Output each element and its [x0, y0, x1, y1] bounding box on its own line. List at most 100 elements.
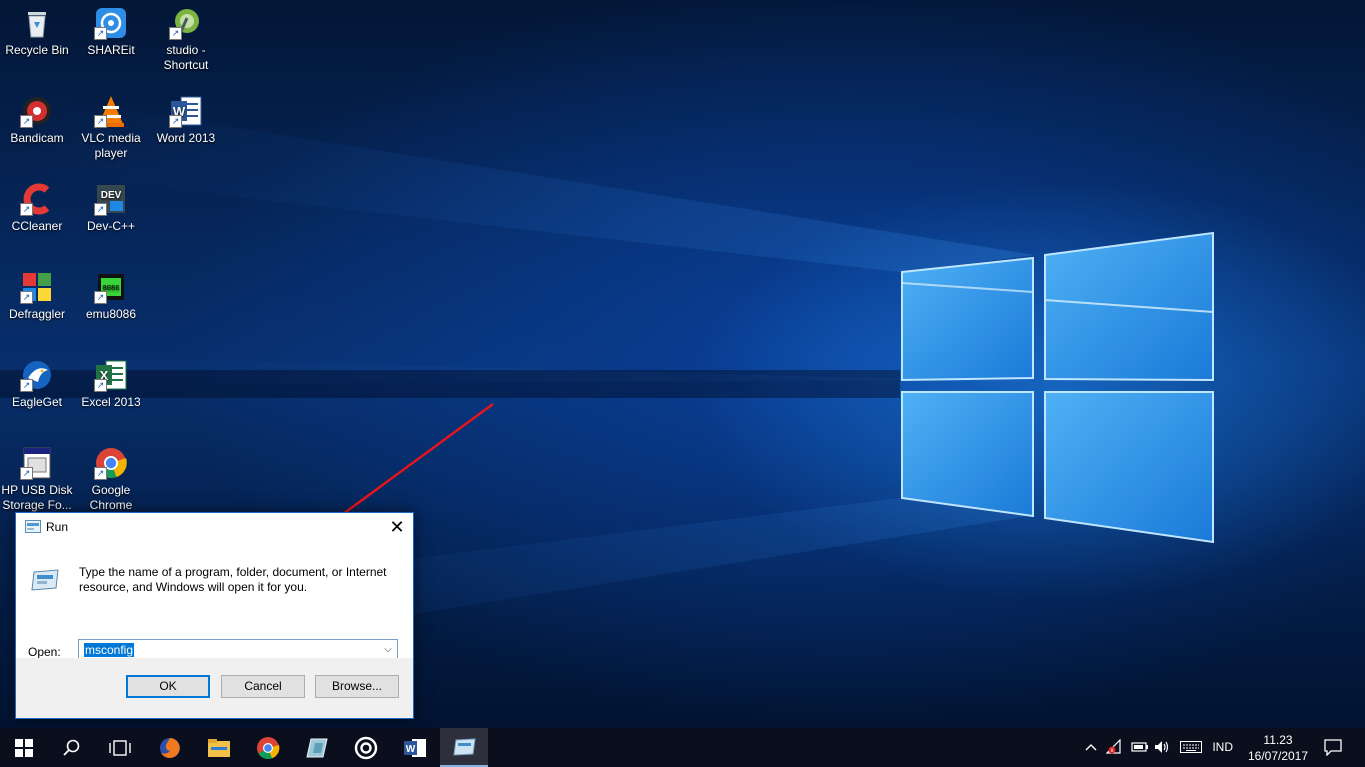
- shortcut-arrow-icon: ↗: [20, 203, 33, 216]
- android-studio-icon: ↗: [169, 6, 203, 40]
- desktop-icon-label: HP USB Disk Storage Fo...: [1, 483, 73, 512]
- taskbar-chrome[interactable]: [244, 728, 292, 767]
- run-program-icon: [31, 569, 59, 591]
- taskbar-firefox[interactable]: [146, 728, 194, 767]
- network-disconnected-icon[interactable]: x: [1106, 739, 1122, 755]
- open-input-value[interactable]: msconfig: [84, 643, 135, 657]
- desktop-icon-emu8086[interactable]: 8086 ↗ emu8086: [74, 264, 148, 322]
- excel-icon: X ↗: [94, 358, 128, 392]
- run-button-bar: OK Cancel Browse...: [16, 658, 413, 718]
- emu8086-icon: 8086 ↗: [94, 270, 128, 304]
- desktop-icon-eagleget[interactable]: ↗ EagleGet: [0, 352, 74, 410]
- desktop-icon-label: CCleaner: [11, 219, 63, 233]
- task-view-icon: [109, 739, 131, 756]
- desktop-icon-label: Bandicam: [10, 131, 64, 145]
- firefox-icon: [160, 737, 180, 758]
- clock-time: 11.23: [1263, 733, 1293, 747]
- defraggler-icon: ↗: [20, 270, 54, 304]
- shortcut-arrow-icon: ↗: [94, 27, 107, 40]
- open-label: Open:: [28, 645, 61, 659]
- search-icon: [63, 739, 80, 756]
- desktop-icon-ccleaner[interactable]: ↗ CCleaner: [0, 176, 74, 234]
- ok-button[interactable]: OK: [126, 675, 210, 698]
- taskbar-app-cube[interactable]: [293, 728, 341, 767]
- taskbar-app-target[interactable]: [342, 728, 390, 767]
- chevron-down-icon[interactable]: ⌵: [381, 642, 395, 657]
- desktop-icon-word[interactable]: W ↗ Word 2013: [149, 88, 223, 146]
- run-dialog: Run ✕ Type the name of a program, folder…: [15, 512, 414, 719]
- desktop-icon-label: Dev-C++: [86, 219, 136, 233]
- desktop-icon-hp-usb[interactable]: ↗ HP USB Disk Storage Fo...: [0, 440, 74, 513]
- run-app-icon: [453, 737, 476, 756]
- clock-date: 16/07/2017: [1247, 749, 1309, 763]
- cancel-button[interactable]: Cancel: [221, 675, 305, 698]
- ccleaner-icon: ↗: [20, 182, 54, 216]
- shortcut-arrow-icon: ↗: [169, 27, 182, 40]
- shortcut-arrow-icon: ↗: [94, 291, 107, 304]
- shortcut-arrow-icon: ↗: [20, 379, 33, 392]
- devcpp-icon: DEV ↗: [94, 182, 128, 216]
- desktop-icon-label: Defraggler: [8, 307, 66, 321]
- svg-text:W: W: [406, 744, 416, 755]
- shareit-icon: ↗: [94, 6, 128, 40]
- desktop-icon-label: Excel 2013: [81, 395, 141, 409]
- run-title-bar[interactable]: Run ✕: [16, 513, 413, 541]
- eagleget-icon: ↗: [20, 358, 54, 392]
- language-indicator[interactable]: IND: [1212, 740, 1233, 754]
- shortcut-arrow-icon: ↗: [94, 203, 107, 216]
- word-icon: W: [404, 738, 426, 757]
- chevron-up-icon[interactable]: [1084, 741, 1098, 753]
- desktop-icon-label: SHAREit: [87, 43, 135, 57]
- folder-icon: [208, 738, 230, 757]
- shortcut-arrow-icon: ↗: [169, 115, 182, 128]
- desktop-icon-android-studio[interactable]: ↗ studio - Shortcut: [149, 0, 223, 73]
- taskbar: W x IND 11.23 16/07/2017: [0, 728, 1365, 767]
- desktop-icon-devcpp[interactable]: DEV ↗ Dev-C++: [74, 176, 148, 234]
- taskbar-word[interactable]: W: [391, 728, 439, 767]
- battery-icon[interactable]: [1131, 741, 1149, 753]
- action-center-icon[interactable]: [1324, 739, 1342, 756]
- desktop-icon-vlc[interactable]: ↗ VLC media player: [74, 88, 148, 161]
- desktop-icon-chrome[interactable]: ↗ Google Chrome: [74, 440, 148, 513]
- chrome-icon: ↗: [94, 446, 128, 480]
- search-button[interactable]: [48, 728, 96, 767]
- start-button[interactable]: [0, 728, 48, 767]
- close-icon[interactable]: ✕: [381, 513, 413, 541]
- clock[interactable]: 11.23 16/07/2017: [1245, 732, 1311, 764]
- desktop-icon-defraggler[interactable]: ↗ Defraggler: [0, 264, 74, 322]
- bandicam-icon: ↗: [20, 94, 54, 128]
- taskbar-run[interactable]: [440, 728, 488, 767]
- open-combobox[interactable]: msconfig ⌵: [78, 639, 398, 660]
- taskbar-file-explorer[interactable]: [195, 728, 243, 767]
- keyboard-icon[interactable]: [1180, 741, 1202, 753]
- windows-logo-icon: [15, 738, 33, 757]
- run-description: Type the name of a program, folder, docu…: [79, 565, 387, 594]
- shortcut-arrow-icon: ↗: [20, 115, 33, 128]
- desktop-icon-label: Google Chrome: [89, 483, 133, 512]
- run-title: Run: [46, 520, 69, 534]
- task-view-button[interactable]: [96, 728, 144, 767]
- shortcut-arrow-icon: ↗: [20, 467, 33, 480]
- shortcut-arrow-icon: ↗: [20, 291, 33, 304]
- shortcut-arrow-icon: ↗: [94, 467, 107, 480]
- recycle-bin-icon: [20, 6, 54, 40]
- desktop-icon-label: studio - Shortcut: [163, 43, 209, 72]
- desktop-icon-shareit[interactable]: ↗ SHAREit: [74, 0, 148, 58]
- svg-text:x: x: [1111, 748, 1114, 754]
- browse-button[interactable]: Browse...: [315, 675, 399, 698]
- desktop-icon-recycle-bin[interactable]: Recycle Bin: [0, 0, 74, 58]
- desktop-icon-excel[interactable]: X ↗ Excel 2013: [74, 352, 148, 410]
- volume-icon[interactable]: [1154, 740, 1170, 754]
- desktop-icon-bandicam[interactable]: ↗ Bandicam: [0, 88, 74, 146]
- run-app-icon: [25, 520, 41, 533]
- chrome-icon: [257, 736, 280, 759]
- desktop-icon-label: EagleGet: [11, 395, 63, 409]
- shortcut-arrow-icon: ↗: [94, 115, 107, 128]
- desktop-icon-label: VLC media player: [81, 131, 141, 160]
- word-icon: W ↗: [169, 94, 203, 128]
- svg-text:DEV: DEV: [101, 190, 122, 201]
- cube-app-icon: [306, 738, 328, 757]
- shortcut-arrow-icon: ↗: [94, 379, 107, 392]
- desktop-icon-label: Recycle Bin: [5, 43, 69, 57]
- desktop-icon-label: emu8086: [85, 307, 137, 321]
